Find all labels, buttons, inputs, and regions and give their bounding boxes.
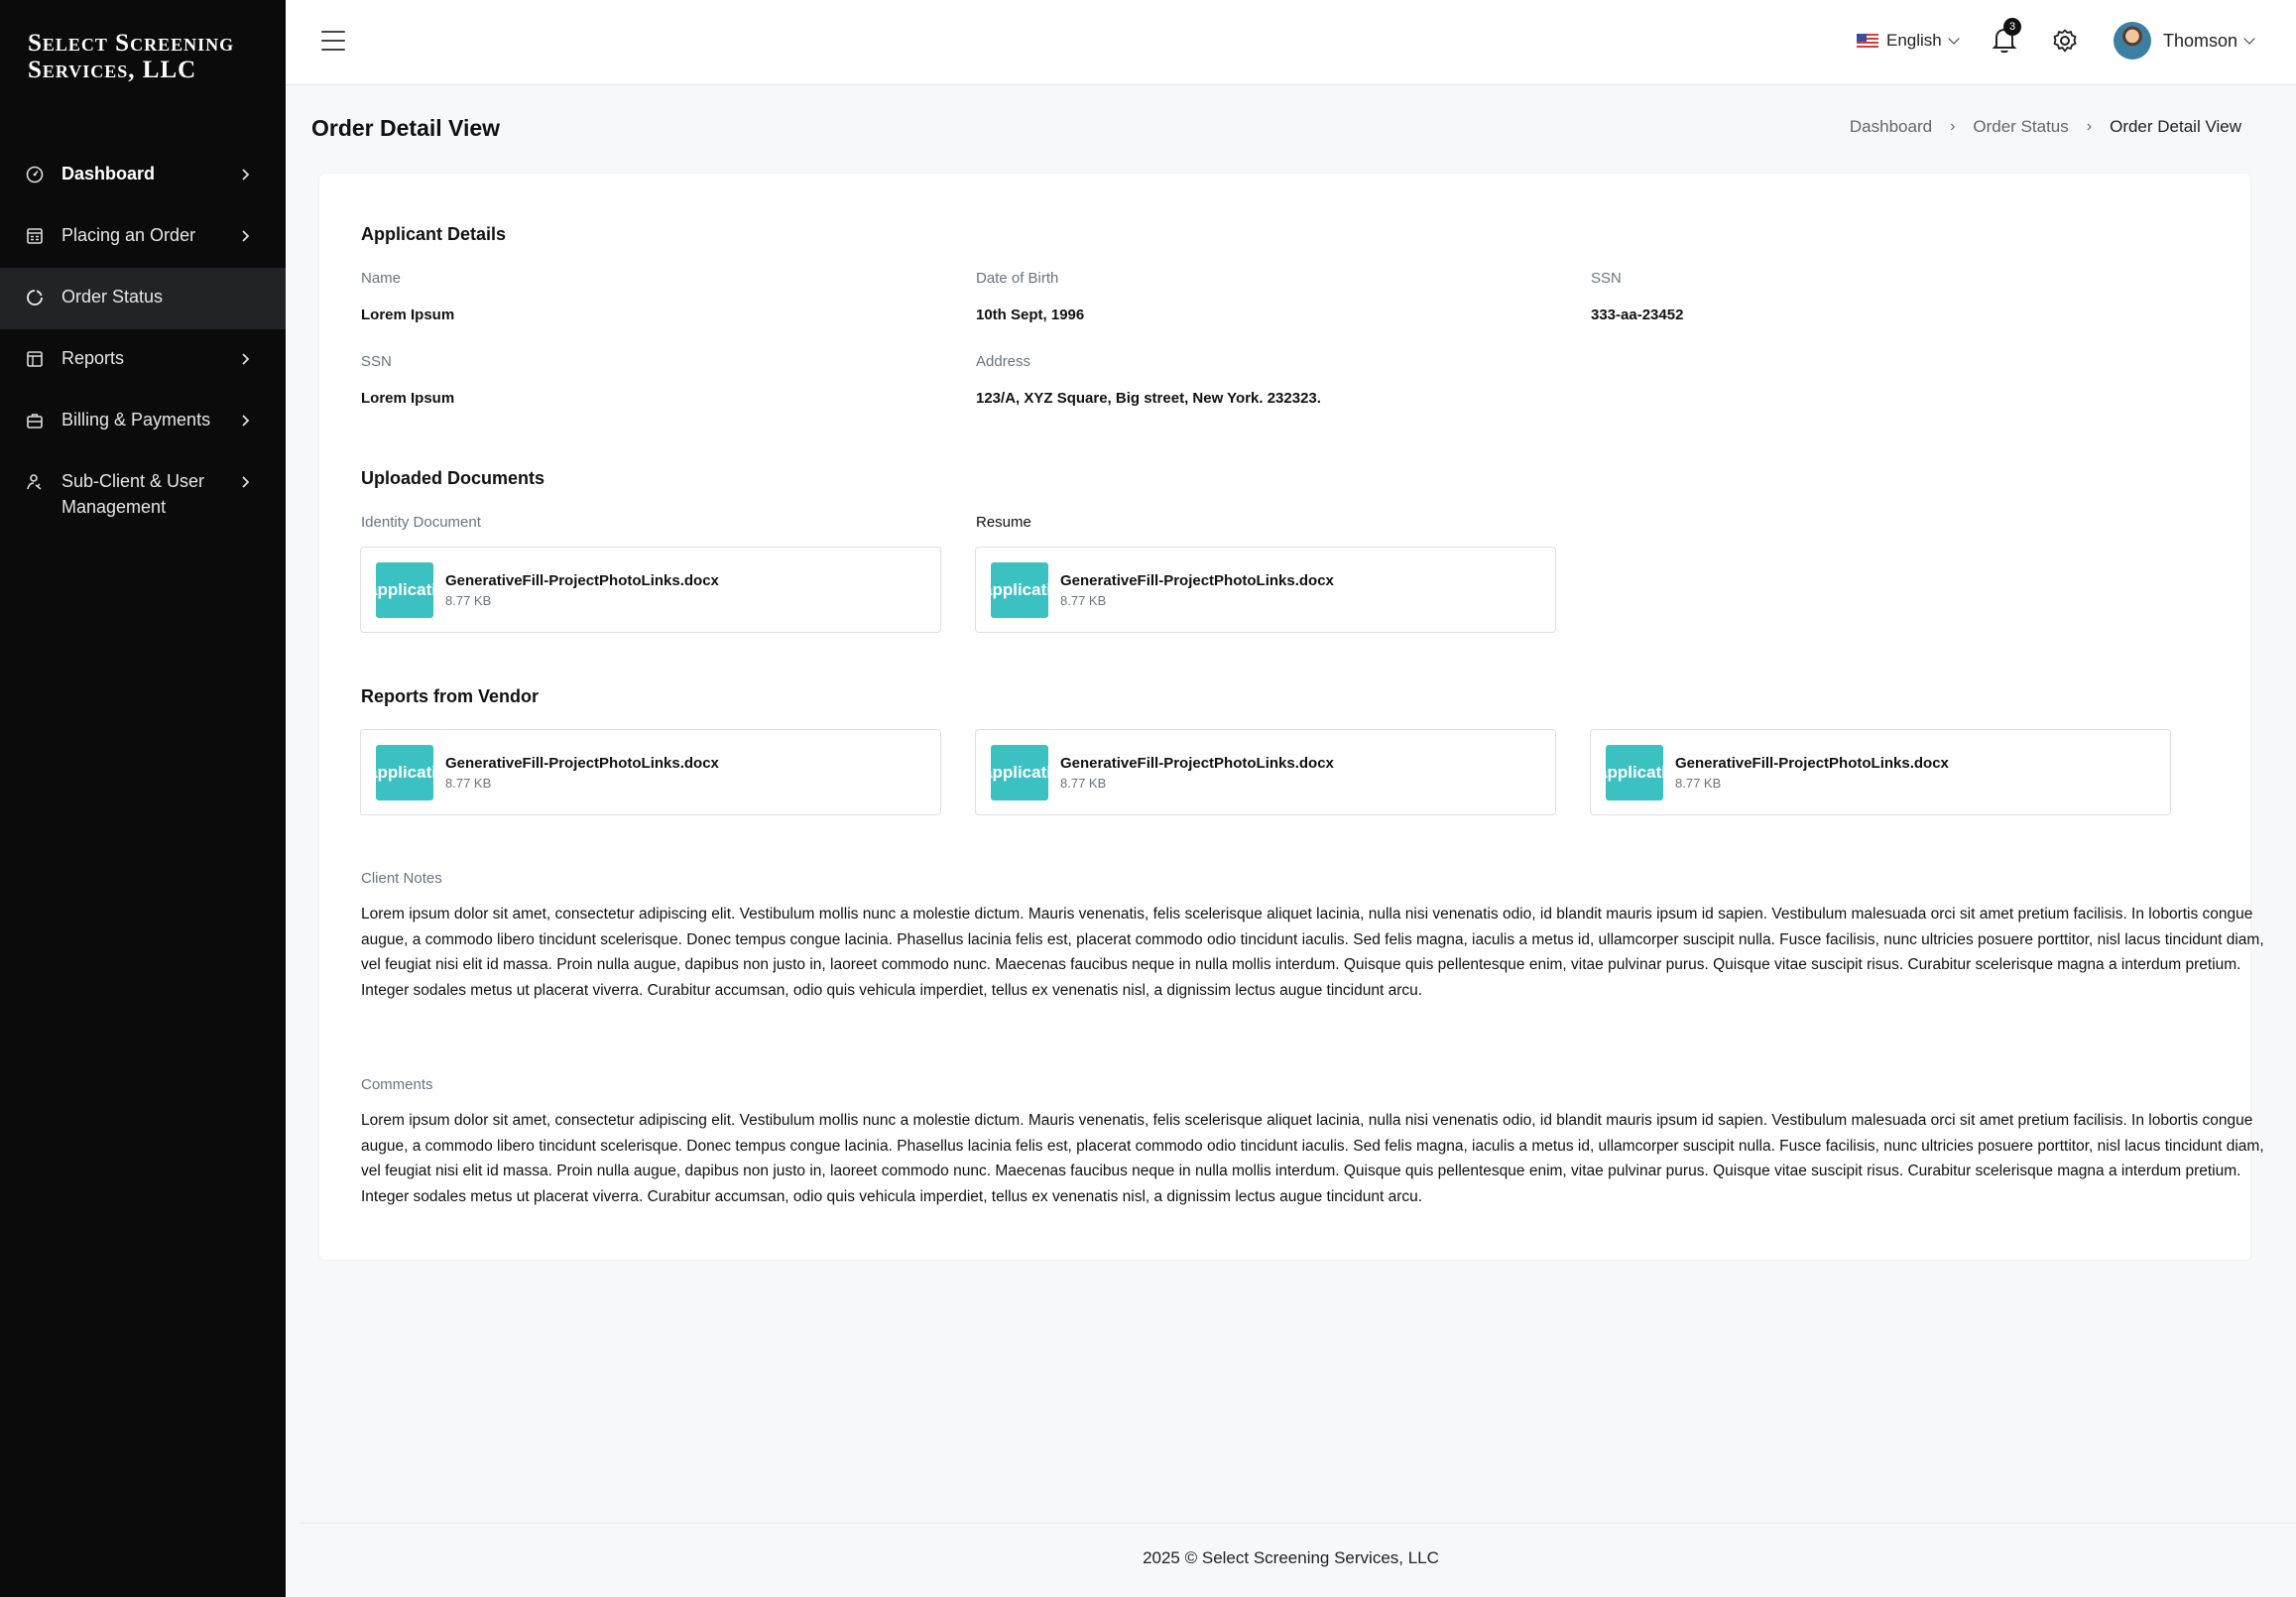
sidebar-item-label: Order Status [61,287,164,307]
footer-copyright: 2025 © Select Screening Services, LLC [1143,1548,1439,1567]
language-selector[interactable]: English [1857,31,1960,51]
vendor-report-file[interactable]: application GenerativeFill-ProjectPhotoL… [975,729,1556,815]
applicant-details-title: Applicant Details [361,224,507,244]
address-label: Address [976,353,1031,370]
dob-value: 10th Sept, 1996 [976,307,1085,323]
sidebar-item-sub-client[interactable]: Sub-Client & User Management [0,452,286,540]
breadcrumb-dashboard[interactable]: Dashboard [1850,117,1932,137]
top-bar: English 3 Thomson [286,0,2296,85]
briefcase-icon [27,414,43,429]
order-detail-card: Applicant Details Name Lorem Ipsum Date … [318,173,2264,1261]
client-notes-label: Client Notes [361,870,442,887]
sidebar-item-reports[interactable]: Reports [0,329,286,391]
sidebar-nav: Dashboard Placing an Order Order Status … [0,145,286,540]
status-circle-icon [27,290,43,306]
brand-line-2: Services, LLC [28,57,197,83]
file-name: GenerativeFill-ProjectPhotoLinks.docx [1060,754,1334,772]
ssn-label: SSN [1591,270,1622,287]
avatar [2114,22,2151,60]
comments-text: Lorem ipsum dolor sit amet, consectetur … [361,1112,2264,1205]
resume-label: Resume [976,514,1031,531]
gauge-icon [26,166,44,184]
footer-divider [300,1523,2296,1524]
chevron-right-icon: › [1950,118,1956,135]
file-name: GenerativeFill-ProjectPhotoLinks.docx [1060,571,1334,589]
uploaded-documents-title: Uploaded Documents [361,468,545,488]
document-thumbnail-icon: application [1606,744,1663,800]
language-label: English [1886,31,1942,50]
breadcrumb: Dashboard › Order Status › Order Detail … [1850,117,2241,137]
sidebar-item-order-status[interactable]: Order Status [0,268,286,329]
sidebar-item-label: Billing & Payments [61,410,211,430]
chevron-down-icon [1948,33,1960,45]
name-value: Lorem Ipsum [361,307,455,323]
order-form-icon [27,228,43,244]
us-flag-icon [1857,33,1878,49]
sidebar-item-label: Reports [61,348,125,368]
user-menu[interactable]: Thomson [2114,22,2255,60]
user-name: Thomson [2163,30,2238,51]
ssn-value: 333-aa-23452 [1591,307,1684,323]
document-thumbnail-icon: application [991,561,1048,618]
identity-document-label: Identity Document [361,514,481,531]
file-size: 8.77 KB [445,775,492,791]
menu-toggle-icon[interactable] [321,31,345,53]
chevron-down-icon [2243,33,2255,45]
breadcrumb-current: Order Detail View [2110,117,2241,136]
chevron-right-icon [242,230,250,242]
file-size: 8.77 KB [1675,775,1722,791]
user-manage-icon [27,474,42,490]
chevron-right-icon [242,169,250,181]
file-name: GenerativeFill-ProjectPhotoLinks.docx [1675,754,1949,772]
document-thumbnail-icon: application [376,744,433,800]
document-thumbnail-icon: application [376,561,433,618]
sidebar-item-label: Sub-Client & User Management [61,471,205,517]
document-thumbnail-icon: application [991,744,1048,800]
file-size: 8.77 KB [1060,592,1107,608]
file-size: 8.77 KB [445,592,492,608]
gear-icon[interactable] [2052,28,2078,54]
file-name: GenerativeFill-ProjectPhotoLinks.docx [445,754,719,772]
notification-badge: 3 [2003,18,2021,36]
chevron-right-icon [242,476,250,488]
dob-label: Date of Birth [976,270,1059,287]
resume-file[interactable]: application GenerativeFill-ProjectPhotoL… [975,547,1556,633]
reports-from-vendor-title: Reports from Vendor [361,686,540,706]
ssn-label-2: SSN [361,353,392,370]
sidebar-item-dashboard[interactable]: Dashboard [0,145,286,206]
comments-label: Comments [361,1076,433,1093]
sidebar-item-label: Placing an Order [61,225,196,245]
sidebar-item-label: Dashboard [61,164,156,184]
client-notes-text: Lorem ipsum dolor sit amet, consectetur … [361,906,2264,999]
report-icon [27,351,43,367]
name-label: Name [361,270,402,287]
chevron-right-icon [242,353,250,365]
chevron-right-icon: › [2086,118,2093,135]
vendor-report-file[interactable]: application GenerativeFill-ProjectPhotoL… [360,729,941,815]
ssn-value-2: Lorem Ipsum [361,390,455,407]
file-size: 8.77 KB [1060,775,1107,791]
breadcrumb-order-status[interactable]: Order Status [1973,117,2068,137]
vendor-report-file[interactable]: application GenerativeFill-ProjectPhotoL… [1590,729,2171,815]
chevron-right-icon [242,415,250,427]
sidebar-item-billing[interactable]: Billing & Payments [0,391,286,452]
brand-logo[interactable]: Select Screening Services, LLC [28,30,266,83]
brand-line-1: Select Screening [28,30,235,57]
address-value: 123/A, XYZ Square, Big street, New York.… [976,390,1321,407]
sidebar: Select Screening Services, LLC Dashboard… [0,0,286,1597]
file-name: GenerativeFill-ProjectPhotoLinks.docx [445,571,719,589]
page-title: Order Detail View [311,115,501,141]
sidebar-item-placing-order[interactable]: Placing an Order [0,206,286,268]
identity-document-file[interactable]: application GenerativeFill-ProjectPhotoL… [360,547,941,633]
